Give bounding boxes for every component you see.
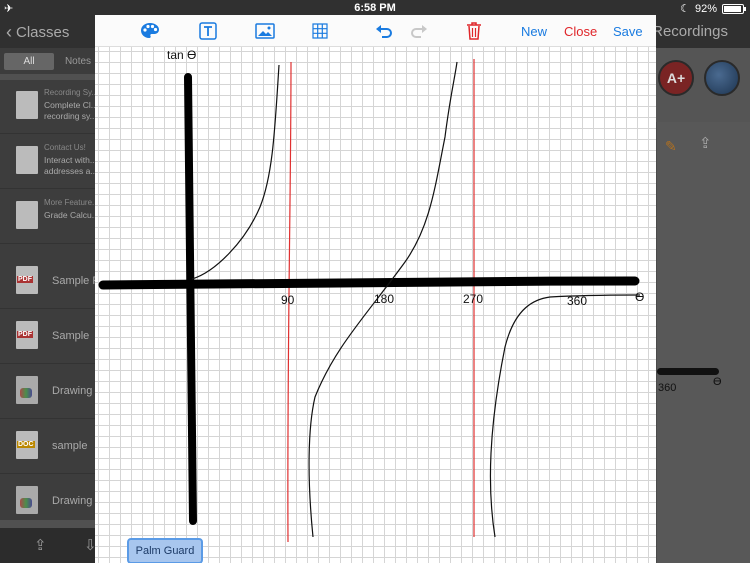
item-subtitle: Recording Sy...: [44, 88, 99, 97]
tick-label-360: 360: [567, 294, 588, 308]
share-icon[interactable]: ⇪: [34, 536, 47, 554]
chevron-left-icon: ‹: [6, 22, 12, 42]
battery-fill: [724, 5, 741, 12]
doc-icon: [16, 431, 38, 459]
filter-segmented-control: All Notes: [0, 48, 95, 74]
grade-icon[interactable]: A+: [658, 60, 694, 96]
file-list: Recording Sy... Complete Cl... recording…: [0, 80, 111, 529]
battery-icon: [722, 3, 746, 14]
globe-icon[interactable]: [704, 60, 740, 96]
note-icon: [16, 91, 38, 119]
back-label: Classes: [16, 24, 70, 41]
status-bar: ✈ 6:58 PM ☾ 92%: [0, 0, 750, 16]
share-icon[interactable]: ⇪: [699, 134, 712, 152]
drawing-icon: [16, 376, 38, 404]
x-axis-stroke: [98, 276, 640, 290]
preview-axis-line: [657, 368, 719, 375]
item-title: sample: [52, 440, 88, 452]
close-button[interactable]: Close: [564, 24, 597, 39]
battery-percent: 92%: [694, 2, 717, 15]
save-button[interactable]: Save: [613, 24, 643, 39]
tan-branch-1: [191, 64, 280, 280]
pencil-icon[interactable]: ✎: [665, 138, 677, 155]
item-line-1: Grade Calcu...: [44, 210, 99, 220]
pdf-icon: [16, 321, 38, 349]
drawing-toolbar: New Close Save: [95, 15, 656, 47]
redo-icon[interactable]: [408, 20, 430, 42]
y-axis-stroke: [184, 73, 197, 525]
list-item[interactable]: Contact Us! Interact with... addresses a…: [0, 135, 98, 189]
new-button[interactable]: New: [521, 24, 547, 39]
pdf-icon: [16, 266, 38, 294]
list-item[interactable]: More Feature... Grade Calcu...: [0, 190, 99, 244]
item-line-1: Interact with...: [44, 155, 97, 165]
item-subtitle: Contact Us!: [44, 143, 86, 152]
item-subtitle: More Feature...: [44, 198, 99, 207]
drawing-icon: [16, 486, 38, 514]
segment-notes[interactable]: Notes: [58, 53, 98, 70]
text-tool-icon[interactable]: [197, 20, 219, 42]
list-item[interactable]: Recording Sy... Complete Cl... recording…: [0, 80, 99, 134]
note-preview: ✎ ⇪ 360 ϴ: [656, 122, 750, 563]
list-item[interactable]: Drawing e...: [0, 475, 111, 529]
x-axis-label: ϴ: [635, 290, 645, 304]
preview-label-360: 360: [658, 382, 677, 394]
right-panel: A+ ✎ ⇪ 360 ϴ: [656, 48, 750, 563]
y-axis-label: tan ϴ: [167, 48, 197, 62]
undo-icon[interactable]: [373, 20, 395, 42]
item-title: Sample: [52, 330, 90, 342]
recordings-title[interactable]: Recordings: [652, 23, 728, 40]
item-line-2: addresses a...: [44, 166, 98, 176]
palette-icon[interactable]: [139, 20, 161, 42]
palm-guard-button[interactable]: Palm Guard: [127, 538, 203, 563]
status-time: 6:58 PM: [354, 2, 396, 14]
note-icon: [16, 201, 38, 229]
list-item[interactable]: Drawing e...: [0, 365, 111, 419]
preview-label-theta: ϴ: [713, 376, 722, 388]
trash-icon[interactable]: [463, 20, 485, 42]
list-item[interactable]: Sample F...: [0, 255, 107, 309]
tick-label-180: 180: [374, 292, 395, 306]
list-item[interactable]: sample: [0, 420, 95, 474]
back-button[interactable]: ‹ Classes: [6, 22, 69, 43]
tick-label-90: 90: [281, 293, 295, 307]
grid-icon[interactable]: [309, 20, 331, 42]
image-icon[interactable]: [254, 20, 276, 42]
drawing-canvas[interactable]: tan ϴ 90 180 270 360 ϴ: [95, 47, 656, 563]
item-line-2: recording sy...: [44, 111, 97, 121]
note-icon: [16, 146, 38, 174]
bottom-toolbar: ⇪ ⇩: [0, 528, 97, 563]
tan-branch-3: [489, 294, 641, 538]
item-line-1: Complete Cl...: [44, 100, 98, 110]
list-item[interactable]: Sample: [0, 310, 95, 364]
drawing-sheet: New Close Save tan ϴ 90 180 270 360 ϴ: [95, 15, 656, 563]
moon-icon: ☾: [680, 3, 690, 15]
screen: ‹ Classes Recordings All Notes Recording…: [0, 0, 750, 563]
segment-all[interactable]: All: [4, 53, 54, 70]
tick-label-270: 270: [463, 292, 484, 306]
